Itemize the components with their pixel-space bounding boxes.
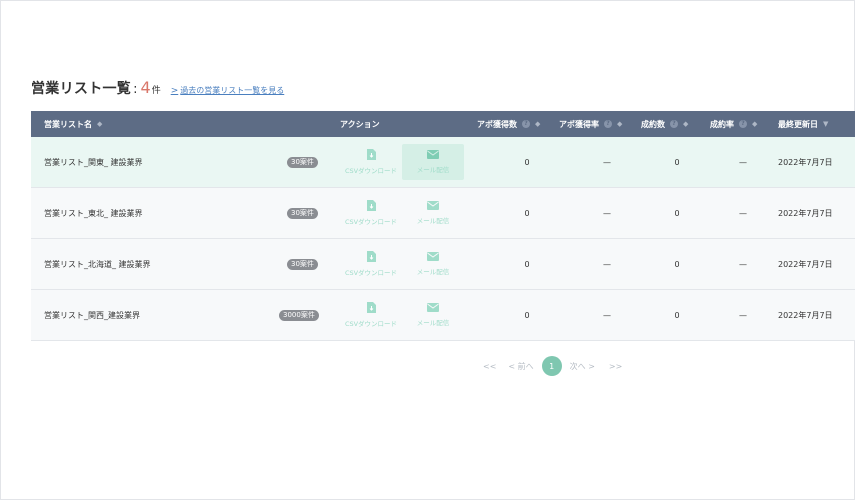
contracts-cell: 0: [674, 259, 680, 269]
sort-icon[interactable]: ▼: [823, 120, 828, 128]
column-header-contract-rate[interactable]: 成約率 ? ◆: [710, 111, 757, 137]
case-count-badge: 3000案件: [279, 310, 319, 321]
contracts-cell: 0: [674, 208, 680, 218]
table-row[interactable]: 営業リスト_北海道_ 建設業界 30案件 CSVダウンロード メール配信 0 —…: [31, 238, 855, 289]
list-count: 4: [140, 78, 151, 97]
list-name[interactable]: 営業リスト_関東_ 建設業界: [44, 137, 143, 187]
column-header-contract-rate-label: 成約率: [710, 119, 734, 129]
sales-list-table: 営業リスト名 ◆ アクション アポ獲得数 ? ◆ アポ獲得率 ? ◆ 成約数 ?…: [31, 111, 855, 341]
appointments-cell: 0: [524, 157, 530, 167]
pagination: << < 前へ 1 次へ > >>: [483, 356, 622, 376]
past-lists-link[interactable]: > 過去の営業リスト一覧を見る: [171, 85, 285, 96]
case-count-badge: 30案件: [287, 208, 318, 219]
sort-icon[interactable]: ◆: [97, 120, 102, 128]
first-page-button[interactable]: <<: [483, 362, 496, 371]
mail-send-label: メール配信: [416, 217, 450, 225]
updated-cell: 2022年7月7日: [778, 259, 833, 269]
csv-download-label: CSVダウンロード: [344, 320, 398, 328]
contracts-cell: 0: [674, 310, 680, 320]
file-download-icon: [366, 200, 376, 211]
column-header-updated[interactable]: 最終更新日 ▼: [778, 111, 828, 137]
appointment-rate-cell: —: [603, 259, 611, 269]
mail-icon: [427, 303, 439, 312]
csv-download-button[interactable]: CSVダウンロード: [343, 137, 399, 187]
mail-send-label: メール配信: [416, 268, 450, 276]
sort-icon[interactable]: ◆: [752, 120, 757, 128]
contract-rate-cell: —: [739, 208, 747, 218]
mail-send-button[interactable]: メール配信: [405, 290, 461, 340]
column-header-name-label: 営業リスト名: [44, 119, 92, 129]
appointment-rate-cell: —: [603, 157, 611, 167]
chevron-right-icon: >: [170, 86, 179, 96]
help-icon[interactable]: ?: [522, 120, 530, 128]
prev-page-button[interactable]: < 前へ: [508, 361, 533, 372]
appointments-cell: 0: [524, 208, 530, 218]
help-icon[interactable]: ?: [739, 120, 747, 128]
file-download-icon: [366, 251, 376, 262]
last-page-button[interactable]: >>: [609, 362, 622, 371]
case-count-badge: 30案件: [287, 259, 318, 270]
page-title: 営業リスト一覧: [31, 81, 132, 97]
sort-icon[interactable]: ◆: [683, 120, 688, 128]
updated-cell: 2022年7月7日: [778, 208, 833, 218]
mail-icon: [427, 252, 439, 261]
sort-icon[interactable]: ◆: [535, 120, 540, 128]
past-lists-link-label: 過去の営業リスト一覧を見る: [180, 86, 285, 95]
appointments-cell: 0: [524, 259, 530, 269]
case-count-badge: 30案件: [287, 157, 318, 168]
column-header-appointment-rate[interactable]: アポ獲得率 ? ◆: [559, 111, 622, 137]
sort-icon[interactable]: ◆: [617, 120, 622, 128]
mail-icon: [427, 150, 439, 159]
mail-send-label: メール配信: [416, 166, 450, 174]
csv-download-button[interactable]: CSVダウンロード: [343, 239, 399, 289]
list-name[interactable]: 営業リスト_北海道_ 建設業界: [44, 239, 151, 289]
next-page-button[interactable]: 次へ >: [570, 361, 595, 372]
appointment-rate-cell: —: [603, 208, 611, 218]
list-heading: 営業リスト一覧 : 4 件 > 過去の営業リスト一覧を見る: [31, 78, 284, 98]
help-icon[interactable]: ?: [604, 120, 612, 128]
column-header-appointment-rate-label: アポ獲得率: [559, 119, 599, 129]
mail-send-button[interactable]: メール配信: [402, 144, 464, 180]
page-1-button[interactable]: 1: [541, 356, 562, 376]
mail-send-button[interactable]: メール配信: [405, 188, 461, 238]
table-header: 営業リスト名 ◆ アクション アポ獲得数 ? ◆ アポ獲得率 ? ◆ 成約数 ?…: [31, 111, 855, 137]
column-header-appointments[interactable]: アポ獲得数 ? ◆: [477, 111, 540, 137]
csv-download-label: CSVダウンロード: [344, 218, 398, 226]
csv-download-label: CSVダウンロード: [344, 269, 398, 277]
mail-send-label: メール配信: [416, 319, 450, 327]
column-header-contracts-label: 成約数: [641, 119, 665, 129]
csv-download-button[interactable]: CSVダウンロード: [343, 290, 399, 340]
updated-cell: 2022年7月7日: [778, 310, 833, 320]
updated-cell: 2022年7月7日: [778, 157, 833, 167]
column-header-action: アクション: [340, 111, 380, 137]
table-row[interactable]: 営業リスト_関西_建設業界 3000案件 CSVダウンロード メール配信 0 —…: [31, 289, 855, 340]
contract-rate-cell: —: [739, 157, 747, 167]
count-unit: 件: [151, 86, 161, 96]
mail-icon: [427, 201, 439, 210]
contract-rate-cell: —: [739, 310, 747, 320]
contract-rate-cell: —: [739, 259, 747, 269]
mail-send-button[interactable]: メール配信: [405, 239, 461, 289]
title-colon: :: [133, 82, 138, 97]
help-icon[interactable]: ?: [670, 120, 678, 128]
appointment-rate-cell: —: [603, 310, 611, 320]
column-header-action-label: アクション: [340, 119, 380, 129]
csv-download-button[interactable]: CSVダウンロード: [343, 188, 399, 238]
contracts-cell: 0: [674, 157, 680, 167]
column-header-updated-label: 最終更新日: [778, 119, 818, 129]
csv-download-label: CSVダウンロード: [344, 167, 398, 175]
appointments-cell: 0: [524, 310, 530, 320]
list-name[interactable]: 営業リスト_東北_ 建設業界: [44, 188, 143, 238]
file-download-icon: [366, 149, 376, 160]
table-row[interactable]: 営業リスト_関東_ 建設業界 30案件 CSVダウンロード メール配信 0 — …: [31, 137, 855, 187]
list-name[interactable]: 営業リスト_関西_建設業界: [44, 290, 140, 340]
column-header-name[interactable]: 営業リスト名 ◆: [44, 111, 102, 137]
column-header-appointments-label: アポ獲得数: [477, 119, 517, 129]
column-header-contracts[interactable]: 成約数 ? ◆: [641, 111, 688, 137]
file-download-icon: [366, 302, 376, 313]
table-row[interactable]: 営業リスト_東北_ 建設業界 30案件 CSVダウンロード メール配信 0 — …: [31, 187, 855, 238]
